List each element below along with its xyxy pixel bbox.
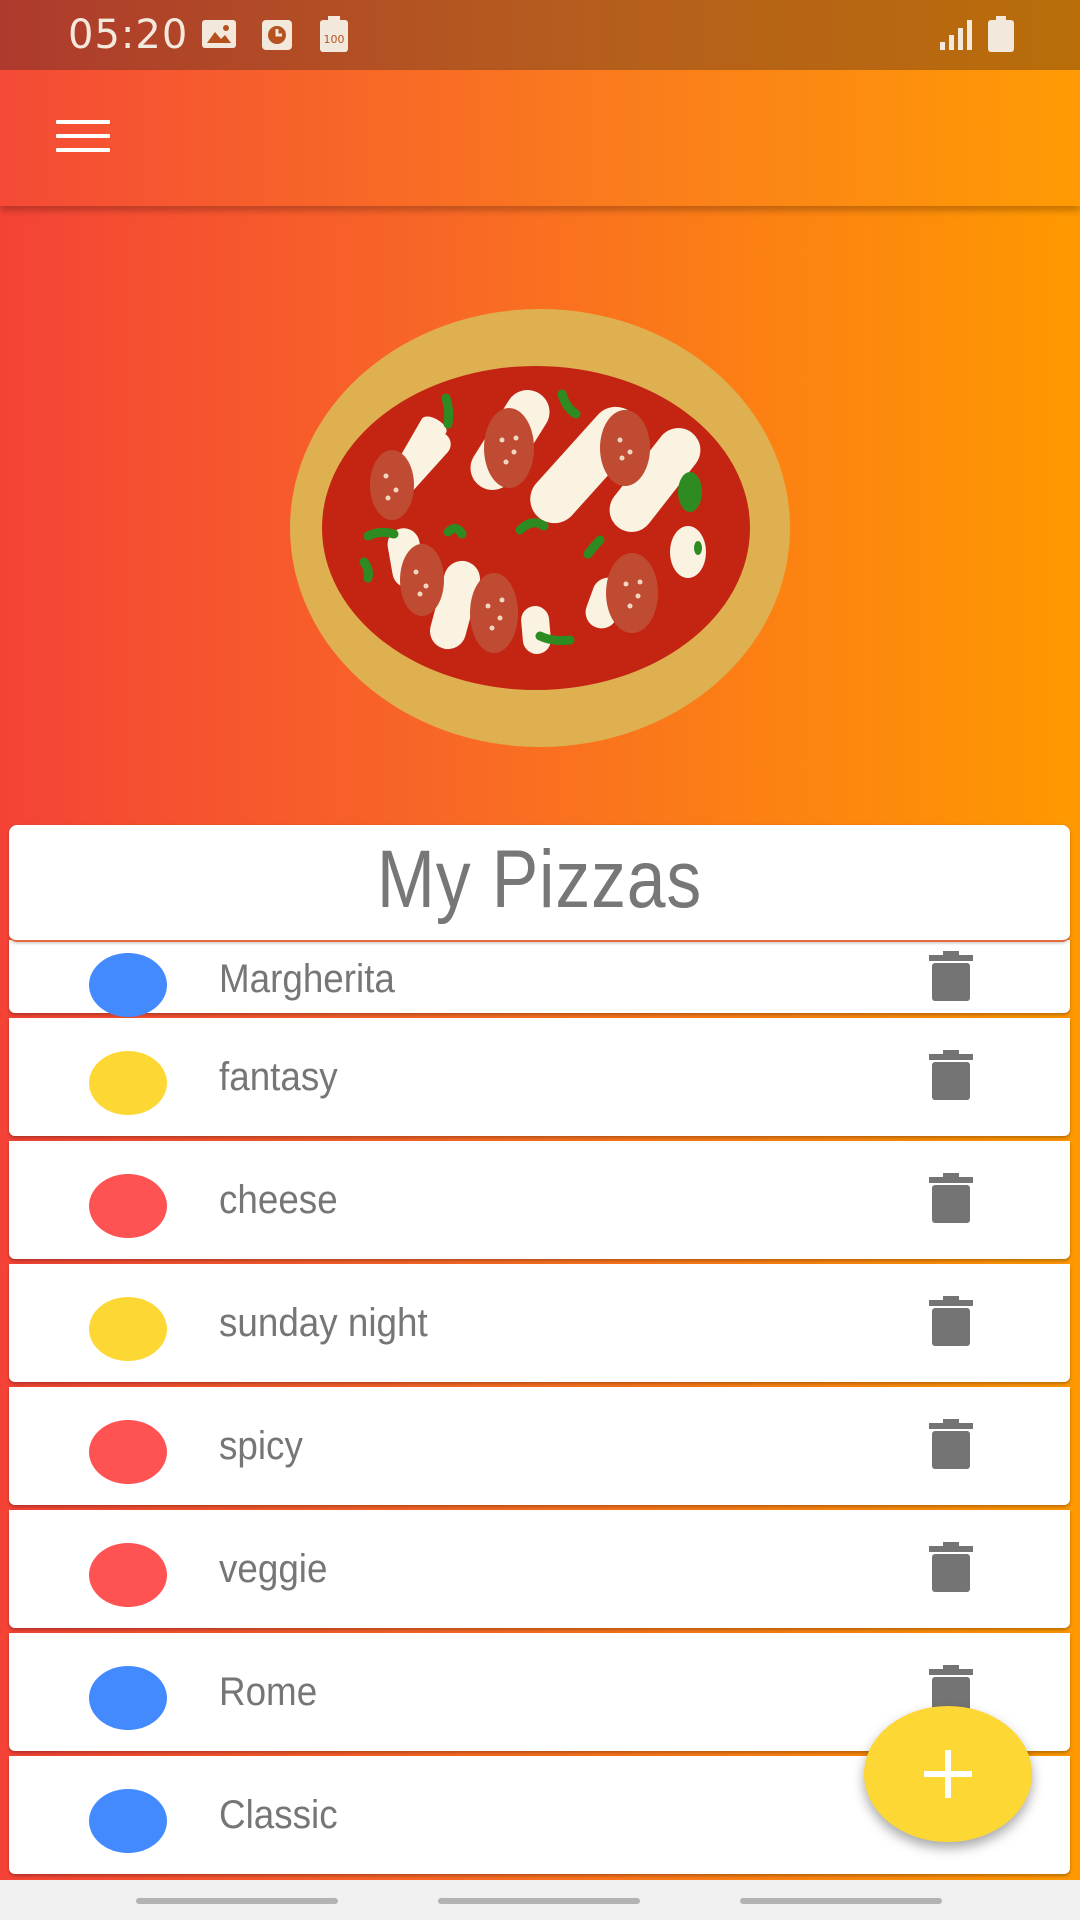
list-item[interactable]: sunday night [9, 1264, 1070, 1382]
page-title: My Pizzas [376, 834, 703, 925]
color-dot [89, 1174, 167, 1238]
color-dot [89, 1543, 167, 1607]
delete-icon[interactable] [929, 1419, 973, 1469]
nav-back[interactable] [740, 1898, 942, 1904]
menu-button[interactable] [46, 116, 122, 160]
menu-icon-bar [56, 134, 110, 138]
list-item[interactable]: cheese [9, 1141, 1070, 1259]
delete-icon[interactable] [929, 1173, 973, 1223]
pizza-name: spicy [219, 1424, 303, 1468]
delete-icon[interactable] [929, 1296, 973, 1346]
battery-icon [988, 16, 1014, 57]
delete-icon[interactable] [929, 951, 973, 1001]
pizza-name: Rome [219, 1670, 318, 1714]
pizza-illustration [290, 309, 790, 747]
battery-saver-label: 100 [324, 33, 345, 46]
menu-icon-bar [56, 148, 110, 152]
pizza-name: cheese [219, 1178, 338, 1222]
signal-icon [940, 20, 972, 55]
pizza-name: fantasy [219, 1055, 338, 1099]
clock-icon [262, 20, 292, 55]
pizza-name: veggie [219, 1547, 328, 1591]
color-dot [89, 1420, 167, 1484]
list-item[interactable]: spicy [9, 1387, 1070, 1505]
pizza-name: Classic [219, 1793, 338, 1837]
app-bar [0, 70, 1080, 206]
menu-icon [56, 120, 110, 124]
status-bar: 05:20 100 [0, 0, 1080, 70]
list-item[interactable]: veggie [9, 1510, 1070, 1628]
pizza-name: sunday night [219, 1301, 428, 1345]
color-dot [89, 953, 167, 1017]
nav-home[interactable] [438, 1898, 640, 1904]
plus-icon [924, 1750, 972, 1798]
pizza-name: Margherita [219, 957, 395, 1001]
battery-saver-icon: 100 [320, 16, 348, 57]
title-card: My Pizzas [9, 825, 1070, 942]
add-pizza-button[interactable] [864, 1706, 1032, 1842]
delete-icon[interactable] [929, 1050, 973, 1100]
status-time: 05:20 [68, 12, 189, 58]
nav-recents[interactable] [136, 1898, 338, 1904]
color-dot [89, 1051, 167, 1115]
color-dot [89, 1297, 167, 1361]
list-item[interactable]: fantasy [9, 1018, 1070, 1136]
color-dot [89, 1666, 167, 1730]
image-icon [202, 20, 236, 53]
navigation-bar [0, 1880, 1080, 1920]
delete-icon[interactable] [929, 1542, 973, 1592]
color-dot [89, 1789, 167, 1853]
list-item[interactable]: Margherita [9, 940, 1070, 1017]
